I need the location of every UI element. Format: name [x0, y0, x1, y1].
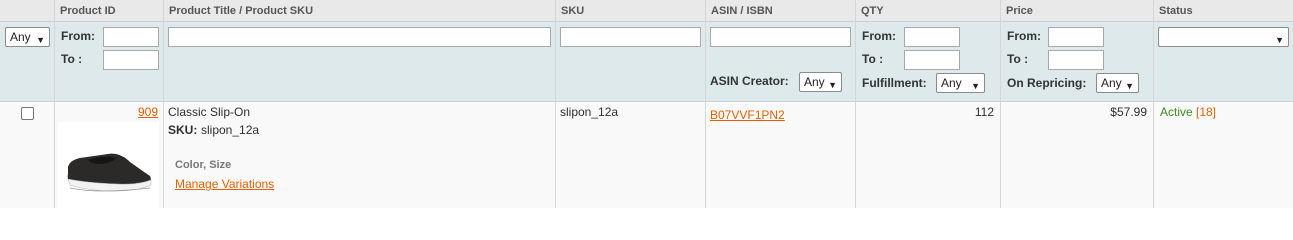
column-status: Status ▼ Active [18] — [1154, 0, 1293, 208]
filter-select-cell: Any ▼ — [0, 22, 54, 102]
select-filter-value: Any — [10, 30, 31, 44]
header-qty[interactable]: QTY — [856, 0, 1000, 22]
asin-link[interactable]: B07VVF1PN2 — [710, 108, 785, 122]
price-from-input[interactable] — [1048, 27, 1104, 47]
row-checkbox[interactable] — [21, 107, 34, 120]
header-sku[interactable]: SKU — [556, 0, 705, 22]
header-asin[interactable]: ASIN / ISBN — [706, 0, 855, 22]
column-qty: QTY From: To : Fulfillment: Any ▼ 112 — [856, 0, 1001, 208]
filter-qty-cell: From: To : Fulfillment: Any ▼ — [856, 22, 1000, 102]
status-count: [18] — [1196, 105, 1217, 119]
qty-value: 112 — [974, 105, 994, 119]
row-price-cell: $57.99 — [1001, 102, 1153, 208]
header-status[interactable]: Status — [1154, 0, 1293, 22]
header-title[interactable]: Product Title / Product SKU — [164, 0, 555, 22]
filter-status-cell: ▼ — [1154, 22, 1293, 102]
select-filter-dropdown[interactable]: Any ▼ — [5, 27, 50, 47]
row-select-cell — [0, 102, 54, 208]
row-qty-cell: 112 — [856, 102, 1000, 208]
qty-from-input[interactable] — [904, 27, 960, 47]
manage-variations-link[interactable]: Manage Variations — [175, 177, 274, 191]
asin-creator-value: Any — [804, 75, 825, 89]
row-status-cell: Active [18] — [1154, 102, 1293, 208]
price-to-input[interactable] — [1048, 50, 1104, 70]
product-id-from-input[interactable] — [103, 27, 159, 47]
filter-sku-cell — [556, 22, 705, 102]
fulfillment-label: Fulfillment: — [862, 76, 927, 90]
listing-grid: Any ▼ Product ID From: To : 909 Product … — [0, 0, 1293, 208]
column-select: Any ▼ — [0, 0, 55, 208]
on-repricing-dropdown[interactable]: Any ▼ — [1096, 73, 1139, 93]
column-title: Product Title / Product SKU Classic Slip… — [164, 0, 556, 208]
asin-creator-dropdown[interactable]: Any ▼ — [799, 72, 842, 92]
row-product-id-cell: 909 — [55, 102, 163, 208]
product-sku-value: slipon_12a — [201, 123, 260, 137]
qty-from-label: From: — [862, 29, 896, 43]
chevron-down-icon: ▼ — [1125, 81, 1134, 91]
product-id-to-input[interactable] — [103, 50, 159, 70]
status-filter-dropdown[interactable]: ▼ — [1158, 27, 1289, 47]
column-price: Price From: To : On Repricing: Any ▼ $57… — [1001, 0, 1154, 208]
chevron-down-icon: ▼ — [36, 35, 45, 45]
asin-creator-label: ASIN Creator: — [710, 74, 789, 88]
chevron-down-icon: ▼ — [1275, 35, 1284, 45]
sku-value: slipon_12a — [560, 105, 619, 119]
status-value: Active — [1160, 105, 1193, 119]
row-asin-cell: B07VVF1PN2 — [706, 102, 855, 208]
on-repricing-label: On Repricing: — [1007, 76, 1087, 90]
chevron-down-icon: ▼ — [828, 80, 837, 90]
filter-asin-cell: ASIN Creator: Any ▼ — [706, 22, 855, 102]
fulfillment-value: Any — [941, 76, 962, 90]
variation-attributes: Color, Size — [175, 159, 232, 171]
header-product-id[interactable]: Product ID — [55, 0, 163, 22]
price-value: $57.99 — [1110, 105, 1147, 119]
header-price[interactable]: Price — [1001, 0, 1153, 22]
qty-to-label: To : — [862, 52, 884, 66]
fulfillment-dropdown[interactable]: Any ▼ — [936, 73, 985, 93]
title-filter-input[interactable] — [168, 27, 551, 47]
row-sku-cell: slipon_12a — [556, 102, 705, 208]
filter-price-cell: From: To : On Repricing: Any ▼ — [1001, 22, 1153, 102]
product-sku-label: SKU: — [168, 123, 198, 137]
product-id-from-label: From: — [61, 29, 95, 43]
chevron-down-icon: ▼ — [971, 81, 980, 91]
product-image[interactable] — [58, 122, 159, 208]
column-asin: ASIN / ISBN ASIN Creator: Any ▼ B07VVF1P… — [706, 0, 856, 208]
row-title-cell: Classic Slip-On SKU: slipon_12a Color, S… — [164, 102, 555, 208]
column-product-id: Product ID From: To : 909 — [55, 0, 164, 208]
header-select — [0, 0, 54, 22]
sku-filter-input[interactable] — [560, 27, 701, 47]
price-to-label: To : — [1007, 52, 1029, 66]
asin-filter-input[interactable] — [710, 27, 851, 47]
filter-product-id-cell: From: To : — [55, 22, 163, 102]
product-id-to-label: To : — [61, 52, 83, 66]
column-sku: SKU slipon_12a — [556, 0, 706, 208]
product-title: Classic Slip-On — [168, 105, 251, 119]
price-from-label: From: — [1007, 29, 1041, 43]
qty-to-input[interactable] — [904, 50, 960, 70]
product-id-link[interactable]: 909 — [138, 105, 158, 119]
filter-title-cell — [164, 22, 555, 102]
on-repricing-value: Any — [1101, 76, 1122, 90]
